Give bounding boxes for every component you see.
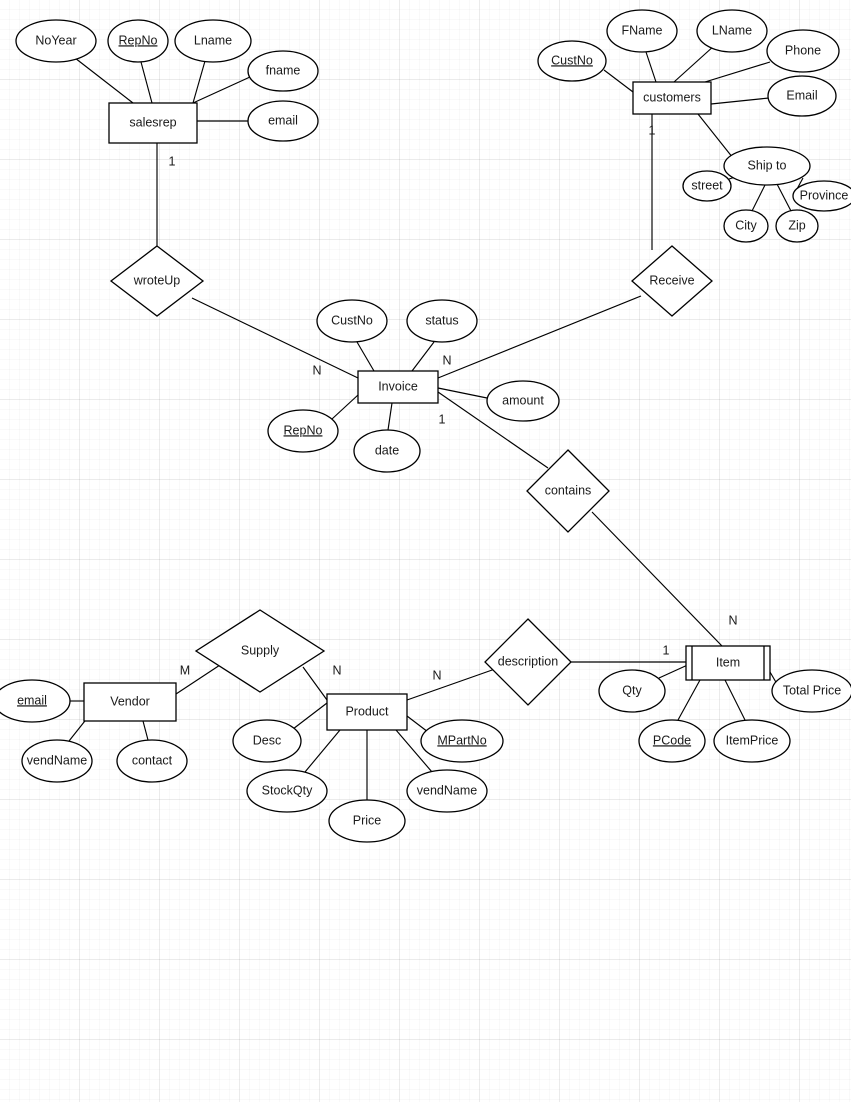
attribute-shipto-province-label: Province bbox=[800, 188, 849, 202]
cardinality-invoice-wroteup: N bbox=[312, 363, 321, 377]
cardinality-product-description: N bbox=[432, 668, 441, 682]
edge-custno-customers bbox=[603, 69, 634, 93]
edge-fname-customers bbox=[645, 51, 657, 83]
cardinality-item-description: 1 bbox=[663, 643, 670, 657]
edge-date-invoice bbox=[387, 402, 393, 431]
edge-itemprice-item bbox=[724, 679, 746, 721]
attribute-product-vendname-label: vendName bbox=[417, 783, 477, 797]
entity-label-salesrep: salesrep bbox=[129, 115, 176, 129]
attribute-invoice-repno-label: RepNo bbox=[284, 423, 323, 437]
edge-pcode-item bbox=[677, 679, 701, 721]
edge-custno-invoice bbox=[356, 341, 375, 372]
attribute-salesrep-lname-label: Lname bbox=[194, 33, 232, 47]
attribute-item-total-price-label: Total Price bbox=[783, 683, 841, 697]
edge-fname-salesrep bbox=[192, 76, 251, 104]
edge-city-shipto bbox=[751, 184, 766, 212]
entity-label-vendor: Vendor bbox=[110, 694, 150, 708]
attribute-shipto-zip-label: Zip bbox=[788, 218, 805, 232]
edge-repno-salesrep bbox=[140, 61, 153, 104]
cardinality-item-contains: N bbox=[728, 613, 737, 627]
shapes-layer bbox=[0, 9, 851, 843]
entity-label-invoice: Invoice bbox=[378, 379, 418, 393]
edge-stockqty-product bbox=[304, 729, 341, 773]
attribute-product-mpartno-label: MPartNo bbox=[437, 733, 486, 747]
cardinality-product-supply: N bbox=[332, 663, 341, 677]
attribute-customers-custno-label: CustNo bbox=[551, 53, 593, 67]
er-diagram-svg: salesrep customers Invoice Vendor Product Ite… bbox=[0, 9, 851, 843]
edge-desc-product bbox=[292, 702, 328, 730]
attribute-customers-email-label: Email bbox=[786, 88, 817, 102]
attribute-salesrep-fname-label: fname bbox=[266, 63, 301, 77]
edge-zip-shipto bbox=[776, 183, 792, 212]
edge-status-invoice bbox=[411, 341, 435, 372]
attribute-product-price-label: Price bbox=[353, 813, 382, 827]
relationship-label-description: description bbox=[498, 654, 558, 668]
relationship-label-contains: contains bbox=[545, 483, 592, 497]
edge-contains-item bbox=[591, 511, 723, 647]
attribute-customers-fname-label: FName bbox=[622, 23, 663, 37]
edge-mpartno-product bbox=[406, 715, 429, 733]
attribute-customers-ship-to-label: Ship to bbox=[748, 158, 787, 172]
edge-noyear-salesrep bbox=[74, 57, 134, 104]
edge-shipto-customers bbox=[697, 113, 734, 159]
cardinality-invoice-contains: 1 bbox=[439, 412, 446, 426]
edge-supply-product bbox=[302, 666, 328, 701]
attribute-item-itemprice-label: ItemPrice bbox=[726, 733, 779, 747]
attribute-vendor-email-label: email bbox=[17, 693, 47, 707]
attribute-salesrep-noyear-label: NoYear bbox=[35, 33, 76, 47]
entity-label-product: Product bbox=[345, 704, 389, 718]
labels-layer: salesrep customers Invoice Vendor Product Ite… bbox=[17, 23, 848, 827]
attribute-product-stockqty-label: StockQty bbox=[262, 783, 313, 797]
attribute-invoice-custno-label: CustNo bbox=[331, 313, 373, 327]
attribute-shipto-city-label: City bbox=[735, 218, 757, 232]
entity-label-item: Item bbox=[716, 655, 740, 669]
attribute-invoice-amount-label: amount bbox=[502, 393, 544, 407]
entity-label-customers: customers bbox=[643, 90, 701, 104]
relationship-label-supply: Supply bbox=[241, 643, 280, 657]
attribute-item-pcode-label: PCode bbox=[653, 733, 691, 747]
relationship-label-receive: Receive bbox=[649, 273, 694, 287]
edge-email-customers bbox=[710, 97, 770, 105]
edge-lname-customers bbox=[673, 44, 716, 83]
attribute-product-desc-label: Desc bbox=[253, 733, 281, 747]
attribute-customers-phone-label: Phone bbox=[785, 43, 821, 57]
attribute-shipto-street-label: street bbox=[691, 178, 723, 192]
edges-layer bbox=[68, 44, 804, 800]
edge-repno-invoice bbox=[331, 394, 359, 420]
cardinality-salesrep-wroteup: 1 bbox=[169, 154, 176, 168]
attribute-invoice-date-label: date bbox=[375, 443, 399, 457]
attribute-salesrep-repno-label: RepNo bbox=[119, 33, 158, 47]
attribute-salesrep-email-label: email bbox=[268, 113, 298, 127]
relationship-label-wroteup: wroteUp bbox=[133, 273, 181, 287]
cardinality-customers-receive: 1 bbox=[649, 123, 656, 137]
er-diagram-canvas: salesrep customers Invoice Vendor Product Ite… bbox=[0, 0, 851, 1102]
edge-lname-salesrep bbox=[192, 60, 206, 104]
cardinality-vendor-supply: M bbox=[180, 663, 190, 677]
attribute-invoice-status-label: status bbox=[425, 313, 458, 327]
attribute-vendor-contact-label: contact bbox=[132, 753, 173, 767]
cardinality-invoice-receive: N bbox=[442, 353, 451, 367]
attribute-item-qty-label: Qty bbox=[622, 683, 642, 697]
attribute-vendor-vendname-label: vendName bbox=[27, 753, 87, 767]
attribute-customers-lname-label: LName bbox=[712, 23, 752, 37]
edge-product-descrel bbox=[406, 668, 496, 701]
